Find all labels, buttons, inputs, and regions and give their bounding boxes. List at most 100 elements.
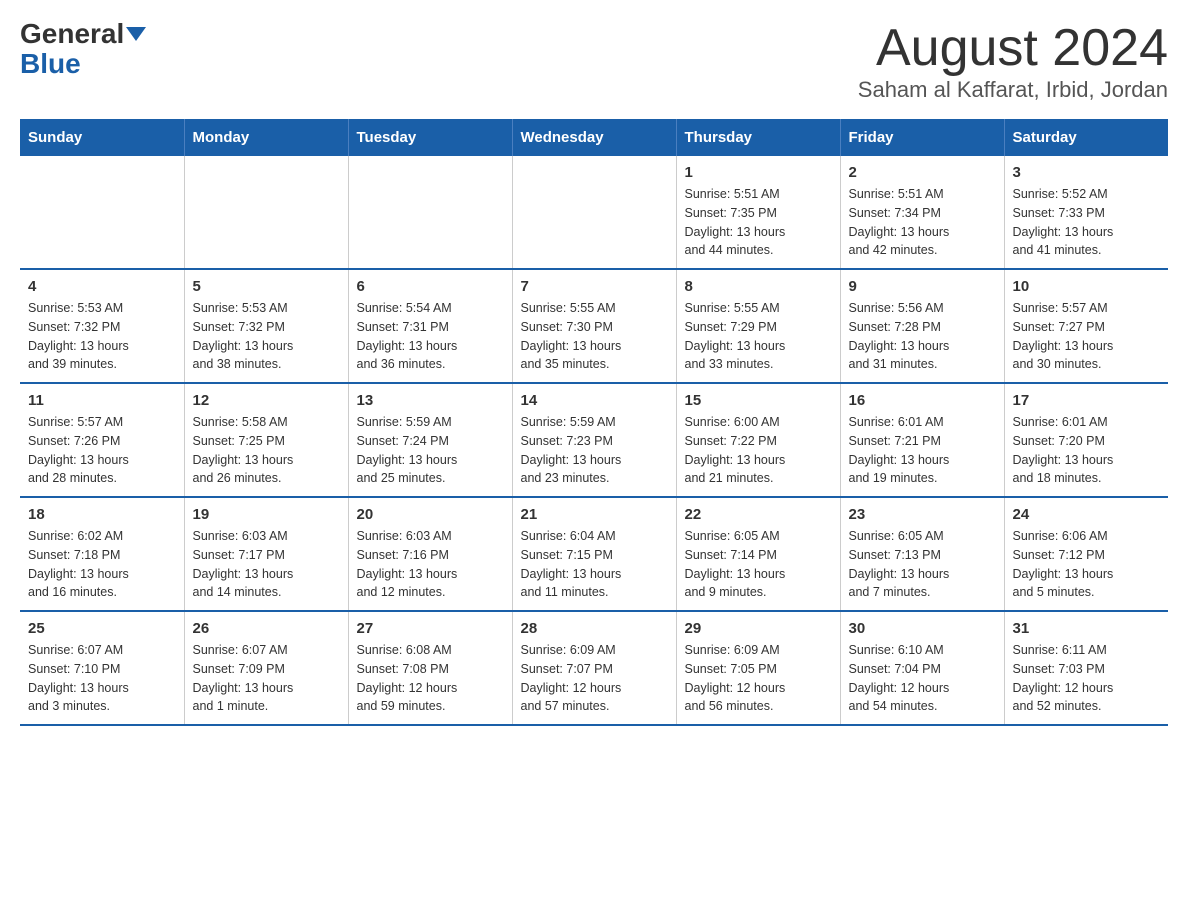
day-number: 28 [521, 620, 668, 637]
day-cell: 15 Sunrise: 6:00 AMSunset: 7:22 PMDayligh… [676, 383, 840, 497]
day-cell: 20Sunrise: 6:03 AMSunset: 7:16 PMDayligh… [348, 497, 512, 611]
day-cell: 7 Sunrise: 5:55 AMSunset: 7:30 PMDaylight… [512, 269, 676, 383]
day-cell [20, 156, 184, 269]
week-row-3: 11 Sunrise: 5:57 AMSunset: 7:26 PMDayligh… [20, 383, 1168, 497]
day-cell: 27Sunrise: 6:08 AMSunset: 7:08 PMDayligh… [348, 611, 512, 725]
calendar-header: SundayMondayTuesdayWednesdayThursdayFrid… [20, 119, 1168, 156]
day-cell: 6Sunrise: 5:54 AMSunset: 7:31 PMDaylight… [348, 269, 512, 383]
day-info: Sunrise: 6:09 AMSunset: 7:05 PMDaylight:… [685, 641, 832, 716]
day-cell: 25 Sunrise: 6:07 AMSunset: 7:10 PMDayligh… [20, 611, 184, 725]
day-cell [348, 156, 512, 269]
day-info: Sunrise: 5:59 AMSunset: 7:24 PMDaylight:… [357, 413, 504, 488]
header-cell-thursday: Thursday [676, 119, 840, 156]
day-info: Sunrise: 6:09 AMSunset: 7:07 PMDaylight:… [521, 641, 668, 716]
day-cell: 31Sunrise: 6:11 AMSunset: 7:03 PMDayligh… [1004, 611, 1168, 725]
header-cell-monday: Monday [184, 119, 348, 156]
day-cell: 13 Sunrise: 5:59 AMSunset: 7:24 PMDayligh… [348, 383, 512, 497]
day-info: Sunrise: 5:53 AMSunset: 7:32 PMDaylight:… [193, 299, 340, 374]
day-info: Sunrise: 6:02 AMSunset: 7:18 PMDaylight:… [28, 527, 176, 602]
day-info: Sunrise: 5:57 AMSunset: 7:27 PMDaylight:… [1013, 299, 1161, 374]
day-info: Sunrise: 5:51 AMSunset: 7:35 PMDaylight:… [685, 185, 832, 260]
day-cell: 21 Sunrise: 6:04 AMSunset: 7:15 PMDayligh… [512, 497, 676, 611]
day-info: Sunrise: 5:58 AMSunset: 7:25 PMDaylight:… [193, 413, 340, 488]
day-cell: 1Sunrise: 5:51 AMSunset: 7:35 PMDaylight… [676, 156, 840, 269]
day-cell: 26 Sunrise: 6:07 AMSunset: 7:09 PMDayligh… [184, 611, 348, 725]
day-info: Sunrise: 6:07 AMSunset: 7:10 PMDaylight:… [28, 641, 176, 716]
day-cell: 9 Sunrise: 5:56 AMSunset: 7:28 PMDaylight… [840, 269, 1004, 383]
day-number: 7 [521, 278, 668, 295]
day-info: Sunrise: 6:01 AMSunset: 7:21 PMDaylight:… [849, 413, 996, 488]
day-cell: 14Sunrise: 5:59 AMSunset: 7:23 PMDayligh… [512, 383, 676, 497]
day-info: Sunrise: 5:53 AMSunset: 7:32 PMDaylight:… [28, 299, 176, 374]
day-info: Sunrise: 6:01 AMSunset: 7:20 PMDaylight:… [1013, 413, 1161, 488]
day-info: Sunrise: 6:11 AMSunset: 7:03 PMDaylight:… [1013, 641, 1161, 716]
logo-part2: Blue [20, 48, 81, 79]
day-info: Sunrise: 5:51 AMSunset: 7:34 PMDaylight:… [849, 185, 996, 260]
week-row-2: 4Sunrise: 5:53 AMSunset: 7:32 PMDaylight… [20, 269, 1168, 383]
day-number: 15 [685, 392, 832, 409]
day-number: 13 [357, 392, 504, 409]
day-cell: 8 Sunrise: 5:55 AMSunset: 7:29 PMDaylight… [676, 269, 840, 383]
day-cell [184, 156, 348, 269]
day-number: 11 [28, 392, 176, 409]
day-cell: 18 Sunrise: 6:02 AMSunset: 7:18 PMDayligh… [20, 497, 184, 611]
day-number: 10 [1013, 278, 1161, 295]
day-cell [512, 156, 676, 269]
day-number: 30 [849, 620, 996, 637]
header-cell-tuesday: Tuesday [348, 119, 512, 156]
day-cell: 22 Sunrise: 6:05 AMSunset: 7:14 PMDayligh… [676, 497, 840, 611]
day-info: Sunrise: 5:55 AMSunset: 7:29 PMDaylight:… [685, 299, 832, 374]
calendar-body: 1Sunrise: 5:51 AMSunset: 7:35 PMDaylight… [20, 156, 1168, 725]
day-info: Sunrise: 6:03 AMSunset: 7:16 PMDaylight:… [357, 527, 504, 602]
day-number: 8 [685, 278, 832, 295]
day-cell: 10 Sunrise: 5:57 AMSunset: 7:27 PMDayligh… [1004, 269, 1168, 383]
day-info: Sunrise: 6:07 AMSunset: 7:09 PMDaylight:… [193, 641, 340, 716]
day-number: 26 [193, 620, 340, 637]
day-number: 25 [28, 620, 176, 637]
day-info: Sunrise: 6:00 AMSunset: 7:22 PMDaylight:… [685, 413, 832, 488]
day-info: Sunrise: 5:59 AMSunset: 7:23 PMDaylight:… [521, 413, 668, 488]
day-info: Sunrise: 6:04 AMSunset: 7:15 PMDaylight:… [521, 527, 668, 602]
day-number: 3 [1013, 164, 1161, 181]
day-info: Sunrise: 5:56 AMSunset: 7:28 PMDaylight:… [849, 299, 996, 374]
calendar-table: SundayMondayTuesdayWednesdayThursdayFrid… [20, 119, 1168, 726]
day-info: Sunrise: 6:05 AMSunset: 7:13 PMDaylight:… [849, 527, 996, 602]
title-block: August 2024 Saham al Kaffarat, Irbid, Jo… [858, 20, 1168, 103]
logo-part1: General [20, 20, 124, 48]
day-cell: 17 Sunrise: 6:01 AMSunset: 7:20 PMDayligh… [1004, 383, 1168, 497]
day-cell: 11 Sunrise: 5:57 AMSunset: 7:26 PMDayligh… [20, 383, 184, 497]
day-number: 21 [521, 506, 668, 523]
page-header: General Blue August 2024 Saham al Kaffar… [20, 20, 1168, 103]
day-number: 2 [849, 164, 996, 181]
day-number: 18 [28, 506, 176, 523]
day-info: Sunrise: 6:05 AMSunset: 7:14 PMDaylight:… [685, 527, 832, 602]
day-cell: 30Sunrise: 6:10 AMSunset: 7:04 PMDayligh… [840, 611, 1004, 725]
week-row-5: 25 Sunrise: 6:07 AMSunset: 7:10 PMDayligh… [20, 611, 1168, 725]
header-cell-wednesday: Wednesday [512, 119, 676, 156]
day-cell: 29 Sunrise: 6:09 AMSunset: 7:05 PMDayligh… [676, 611, 840, 725]
day-info: Sunrise: 5:57 AMSunset: 7:26 PMDaylight:… [28, 413, 176, 488]
day-info: Sunrise: 5:55 AMSunset: 7:30 PMDaylight:… [521, 299, 668, 374]
header-cell-sunday: Sunday [20, 119, 184, 156]
calendar-title: August 2024 [858, 20, 1168, 77]
header-row: SundayMondayTuesdayWednesdayThursdayFrid… [20, 119, 1168, 156]
day-number: 9 [849, 278, 996, 295]
calendar-subtitle: Saham al Kaffarat, Irbid, Jordan [858, 77, 1168, 103]
logo: General Blue [20, 20, 146, 80]
day-number: 29 [685, 620, 832, 637]
day-cell: 28 Sunrise: 6:09 AMSunset: 7:07 PMDayligh… [512, 611, 676, 725]
day-cell: 12 Sunrise: 5:58 AMSunset: 7:25 PMDayligh… [184, 383, 348, 497]
week-row-1: 1Sunrise: 5:51 AMSunset: 7:35 PMDaylight… [20, 156, 1168, 269]
day-number: 23 [849, 506, 996, 523]
day-cell: 5Sunrise: 5:53 AMSunset: 7:32 PMDaylight… [184, 269, 348, 383]
day-cell: 16 Sunrise: 6:01 AMSunset: 7:21 PMDayligh… [840, 383, 1004, 497]
header-cell-friday: Friday [840, 119, 1004, 156]
day-cell: 2 Sunrise: 5:51 AMSunset: 7:34 PMDaylight… [840, 156, 1004, 269]
day-cell: 24Sunrise: 6:06 AMSunset: 7:12 PMDayligh… [1004, 497, 1168, 611]
day-number: 12 [193, 392, 340, 409]
day-number: 22 [685, 506, 832, 523]
day-number: 17 [1013, 392, 1161, 409]
day-info: Sunrise: 6:08 AMSunset: 7:08 PMDaylight:… [357, 641, 504, 716]
day-number: 16 [849, 392, 996, 409]
day-cell: 19Sunrise: 6:03 AMSunset: 7:17 PMDayligh… [184, 497, 348, 611]
